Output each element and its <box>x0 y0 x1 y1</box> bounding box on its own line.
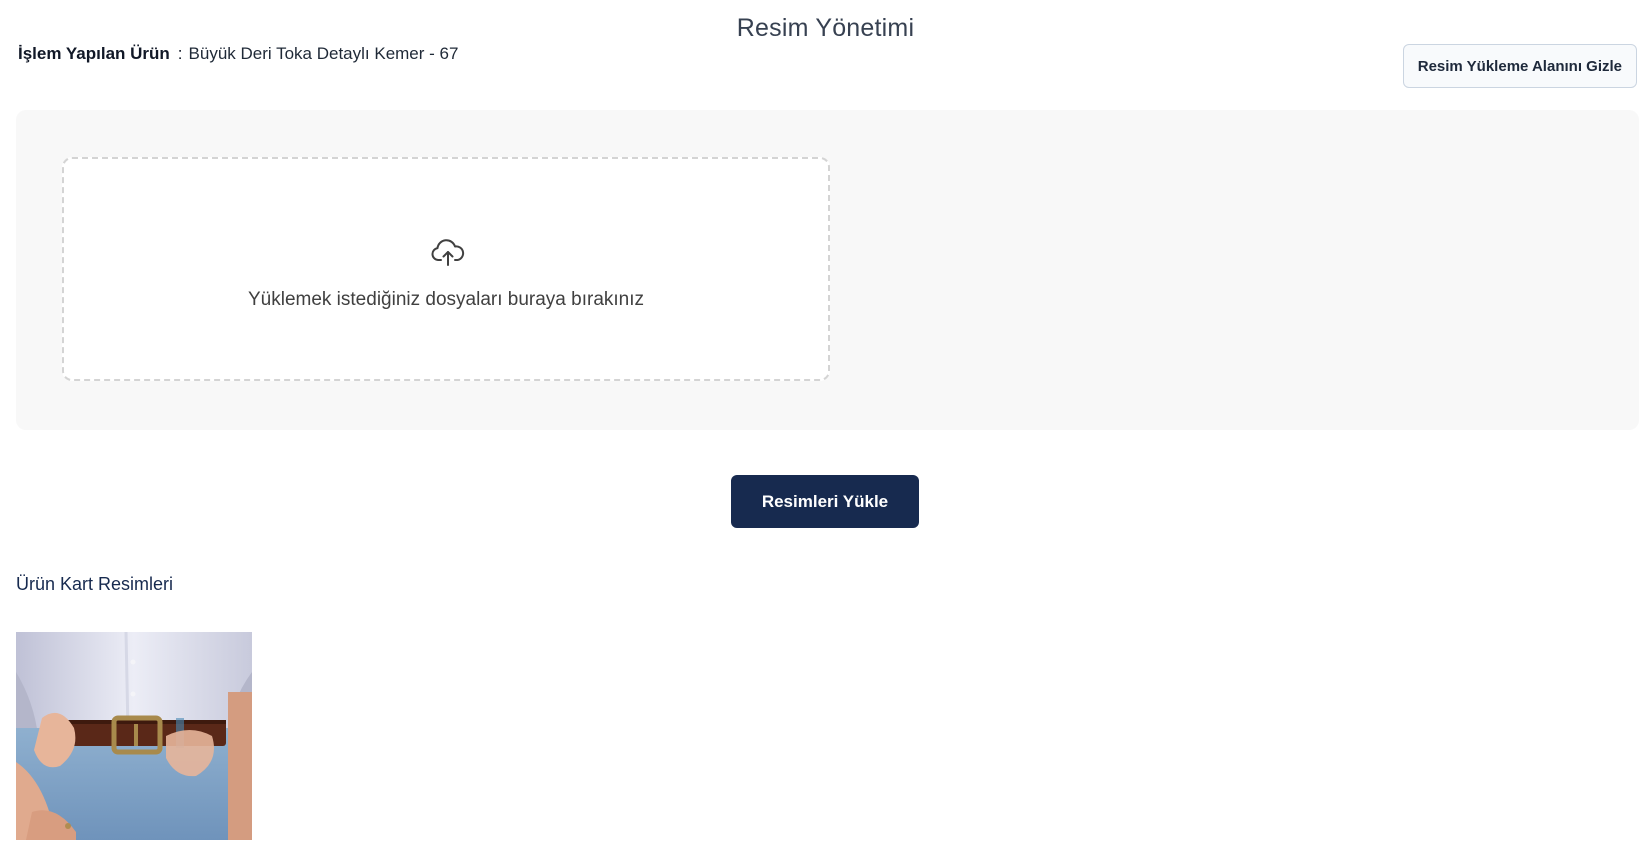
product-info: İşlem Yapılan Ürün: Büyük Deri Toka Detay… <box>18 44 458 64</box>
dropzone-text: Yüklemek istediğiniz dosyaları buraya bı… <box>247 289 645 310</box>
file-dropzone[interactable]: Yüklemek istediğiniz dosyaları buraya bı… <box>62 157 830 381</box>
upload-images-button[interactable]: Resimleri Yükle <box>731 475 919 528</box>
product-image-thumbnail[interactable] <box>16 632 252 840</box>
page-title: Resim Yönetimi <box>736 14 915 42</box>
hide-upload-area-button[interactable]: Resim Yükleme Alanını Gizle <box>1402 44 1637 88</box>
page: Resim Yönetimi İşlem Yapılan Ürün: Büyük … <box>0 0 1651 842</box>
product-label: İşlem Yapılan Ürün <box>18 44 170 63</box>
upload-panel: Yüklemek istediğiniz dosyaları buraya bı… <box>16 110 1639 430</box>
product-separator: : <box>177 44 183 63</box>
product-images-title: Ürün Kart Resimleri <box>16 574 174 594</box>
belt-photo-image <box>16 632 252 840</box>
cloud-upload-icon <box>430 239 466 267</box>
product-name: Büyük Deri Toka Detaylı Kemer - 67 <box>188 44 459 63</box>
